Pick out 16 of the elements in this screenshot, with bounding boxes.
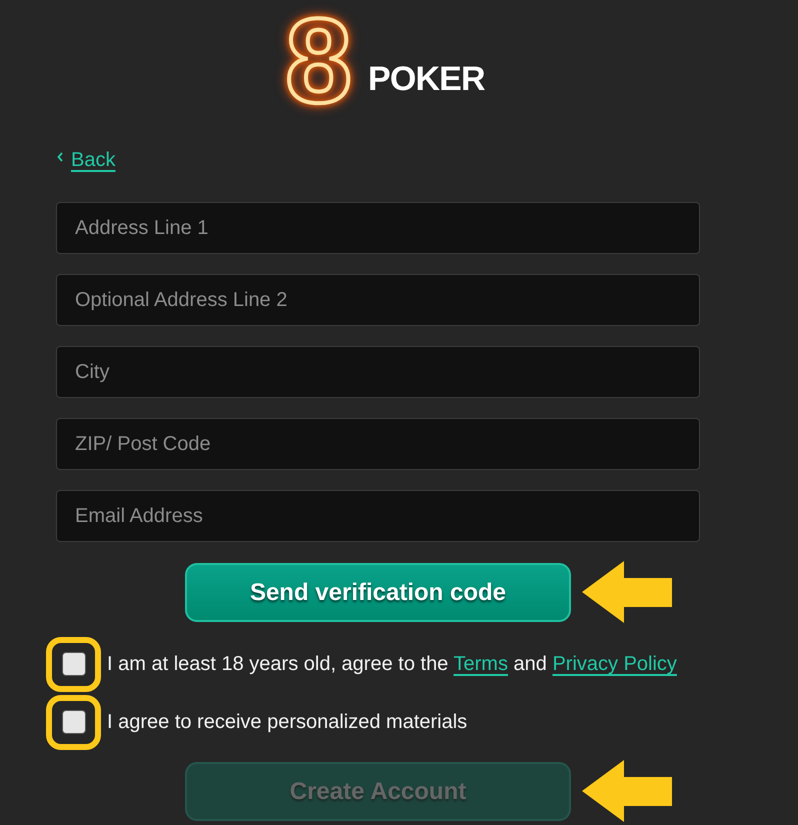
policy-link[interactable]: Privacy Policy [552,653,677,675]
chevron-left-icon[interactable] [57,152,63,162]
logo-wordmark: POKER [368,65,485,93]
policy-link[interactable]: Terms [454,653,508,675]
input-field[interactable]: Optional Address Line 2 [56,274,700,326]
back-link[interactable]: Back [71,148,116,172]
logo-mark: 8 [285,15,352,107]
checkbox[interactable] [62,652,86,676]
input-field[interactable]: Email Address [56,490,700,542]
send-code-button[interactable]: Send verification code [185,563,571,622]
input-field[interactable]: ZIP/ Post Code [56,418,700,470]
consent-text: I am at least 18 years old, agree to the Terms and Privacy Policy [107,652,677,677]
checkbox[interactable] [62,710,86,734]
input-field[interactable]: City [56,346,700,398]
consent-text: I agree to receive personalized materials [107,710,468,735]
input-field[interactable]: Address Line 1 [56,202,700,254]
